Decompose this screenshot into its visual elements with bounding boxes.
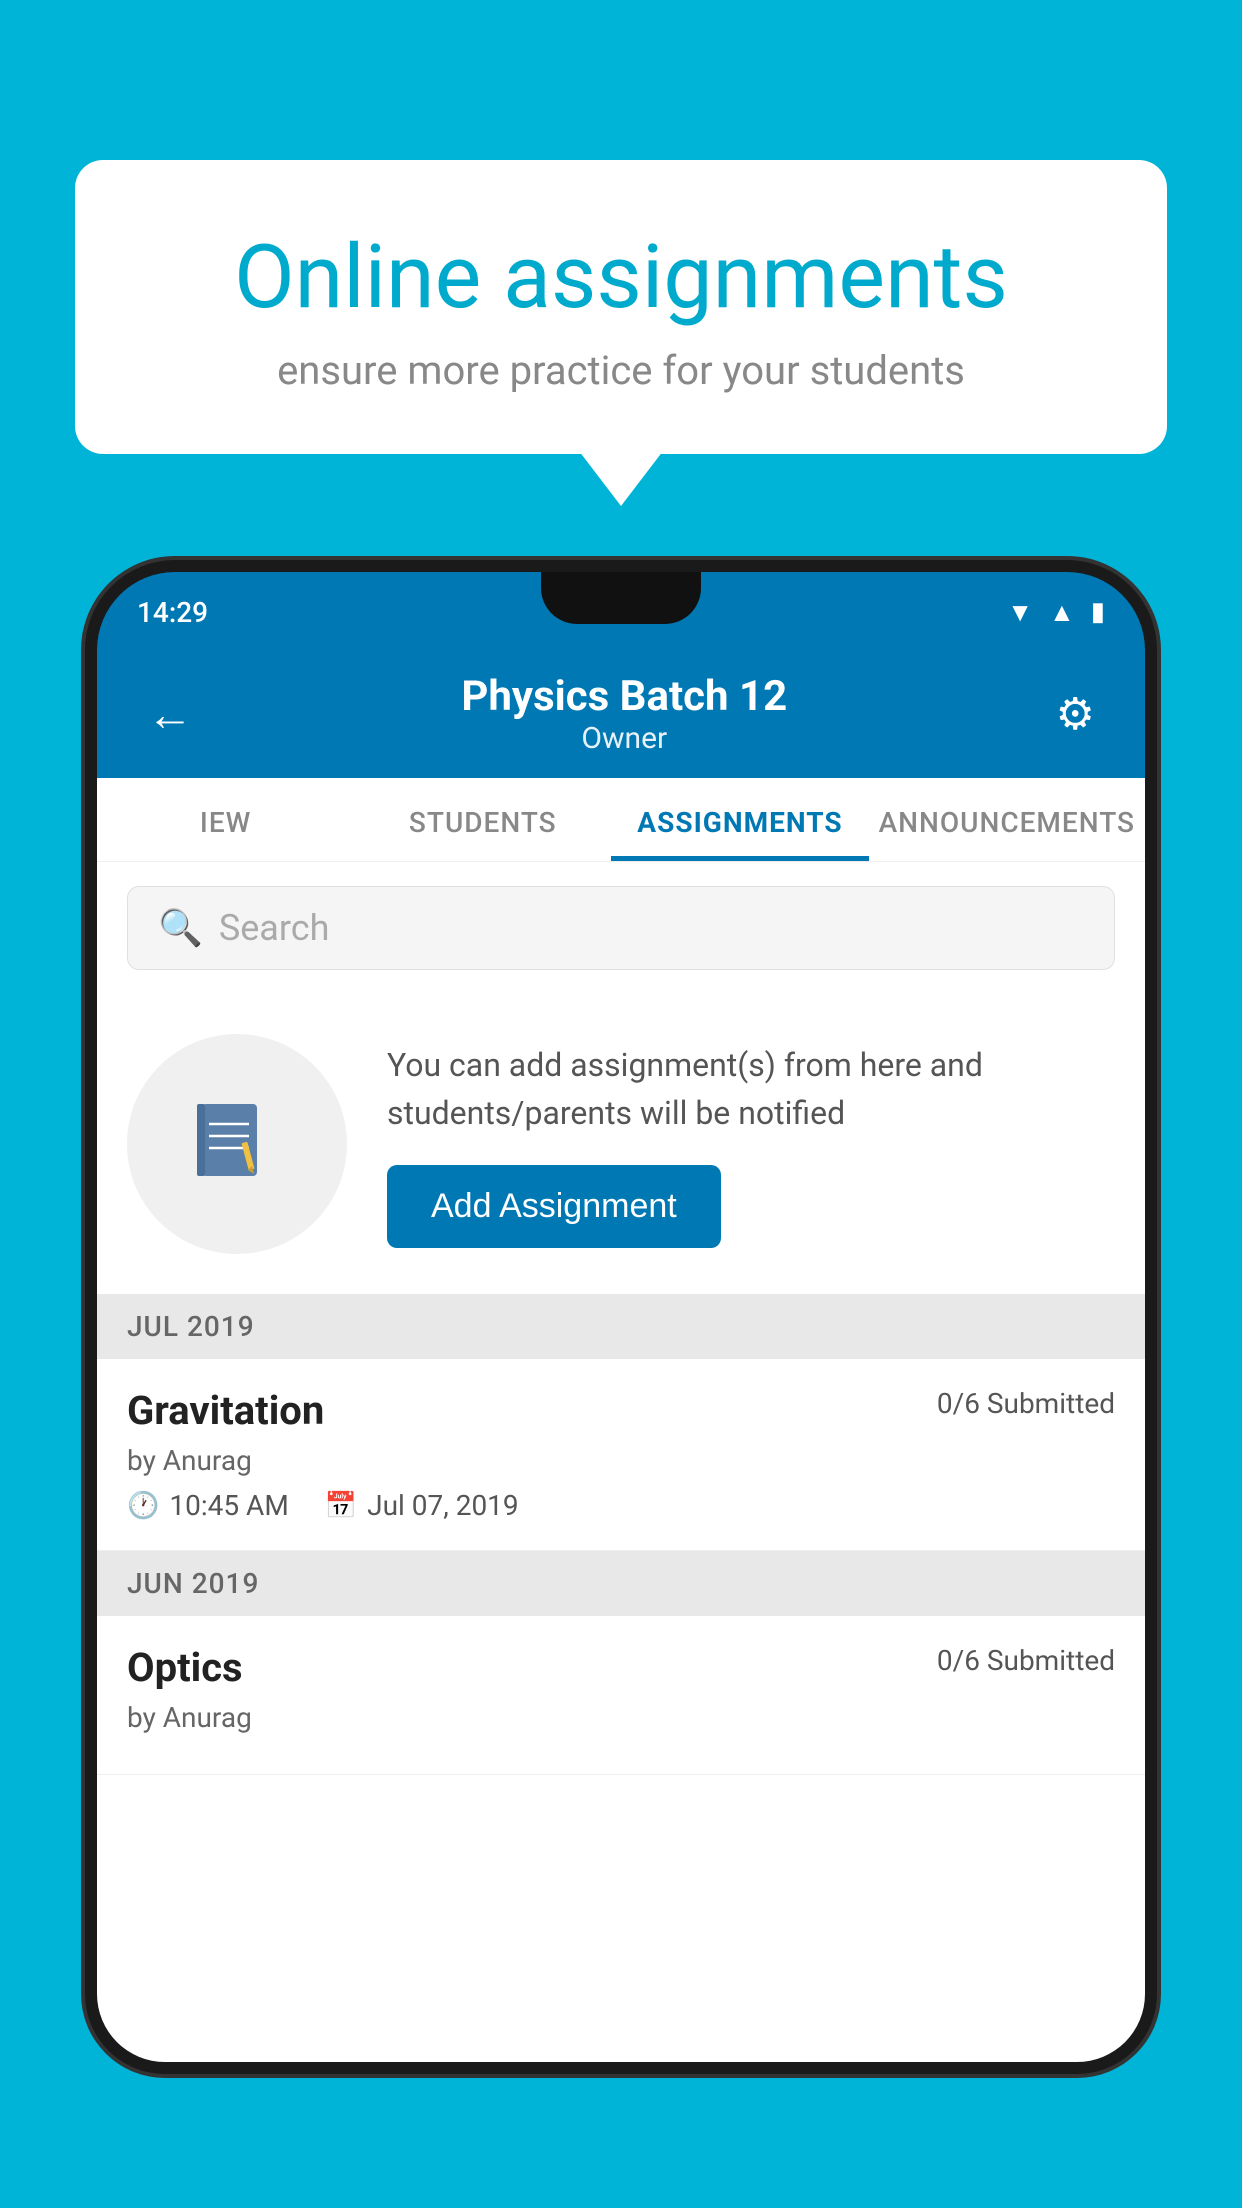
- speech-bubble: Online assignments ensure more practice …: [75, 160, 1167, 454]
- month-divider-jul: JUL 2019: [97, 1294, 1145, 1359]
- assignment-name: Gravitation: [127, 1387, 324, 1434]
- settings-button[interactable]: ⚙: [1056, 688, 1095, 740]
- app-header: ← Physics Batch 12 Owner ⚙: [97, 652, 1145, 778]
- tab-students[interactable]: STUDENTS: [354, 778, 611, 861]
- notebook-svg-icon: [187, 1094, 287, 1194]
- battery-icon: ▮: [1091, 597, 1105, 627]
- tab-announcements[interactable]: ANNOUNCEMENTS: [869, 778, 1145, 861]
- assignment-text-area: You can add assignment(s) from here and …: [387, 1041, 1115, 1248]
- assignment-icon-circle: [127, 1034, 347, 1254]
- tab-iew[interactable]: IEW: [97, 778, 354, 861]
- add-assignment-section: You can add assignment(s) from here and …: [97, 994, 1145, 1294]
- volume-up-button: [85, 852, 91, 922]
- back-button[interactable]: ←: [147, 687, 193, 742]
- header-title: Physics Batch 12: [461, 672, 787, 721]
- volume-down-button: [85, 952, 91, 1072]
- assignment-date: Jul 07, 2019: [367, 1489, 519, 1522]
- bubble-title: Online assignments: [155, 230, 1087, 327]
- wifi-icon: ▼: [1007, 597, 1033, 628]
- assignment-name-optics: Optics: [127, 1644, 243, 1691]
- assignment-item-gravitation[interactable]: Gravitation 0/6 Submitted by Anurag 🕐 10…: [97, 1359, 1145, 1551]
- signal-icon: ▲: [1049, 597, 1075, 628]
- status-time: 14:29: [137, 596, 208, 629]
- phone-wrapper: 14:29 ▼ ▲ ▮ ← Physics Batch 12 Owner ⚙ I…: [85, 560, 1157, 2208]
- calendar-icon: 📅: [325, 1491, 357, 1521]
- meta-date: 📅 Jul 07, 2019: [325, 1489, 519, 1522]
- clock-icon: 🕐: [127, 1491, 159, 1521]
- assignment-description: You can add assignment(s) from here and …: [387, 1041, 1115, 1137]
- content-area: 🔍 Search: [97, 862, 1145, 2062]
- notch: [541, 572, 701, 624]
- search-bar[interactable]: 🔍 Search: [127, 886, 1115, 970]
- phone-frame: 14:29 ▼ ▲ ▮ ← Physics Batch 12 Owner ⚙ I…: [85, 560, 1157, 2074]
- tab-bar: IEW STUDENTS ASSIGNMENTS ANNOUNCEMENTS: [97, 778, 1145, 862]
- status-icons: ▼ ▲ ▮: [1007, 597, 1105, 628]
- search-icon: 🔍: [158, 907, 203, 949]
- search-container: 🔍 Search: [97, 862, 1145, 994]
- submitted-count: 0/6 Submitted: [937, 1387, 1115, 1420]
- assignment-item-optics[interactable]: Optics 0/6 Submitted by Anurag: [97, 1616, 1145, 1775]
- month-divider-jun: JUN 2019: [97, 1551, 1145, 1616]
- assignment-meta: 🕐 10:45 AM 📅 Jul 07, 2019: [127, 1489, 1115, 1522]
- silent-button: [85, 1102, 91, 1222]
- submitted-count-optics: 0/6 Submitted: [937, 1644, 1115, 1677]
- search-placeholder: Search: [219, 907, 330, 949]
- status-bar: 14:29 ▼ ▲ ▮: [97, 572, 1145, 652]
- assignment-item-top-optics: Optics 0/6 Submitted: [127, 1644, 1115, 1691]
- power-button: [1151, 922, 1157, 1022]
- bubble-subtitle: ensure more practice for your students: [155, 347, 1087, 394]
- add-assignment-button[interactable]: Add Assignment: [387, 1165, 721, 1248]
- tab-assignments[interactable]: ASSIGNMENTS: [611, 778, 868, 861]
- header-center: Physics Batch 12 Owner: [461, 672, 787, 756]
- assignment-by-optics: by Anurag: [127, 1701, 1115, 1734]
- assignment-time: 10:45 AM: [169, 1489, 288, 1522]
- meta-time: 🕐 10:45 AM: [127, 1489, 289, 1522]
- speech-bubble-container: Online assignments ensure more practice …: [75, 160, 1167, 454]
- assignment-item-top: Gravitation 0/6 Submitted: [127, 1387, 1115, 1434]
- header-subtitle: Owner: [461, 721, 787, 756]
- assignment-by: by Anurag: [127, 1444, 1115, 1477]
